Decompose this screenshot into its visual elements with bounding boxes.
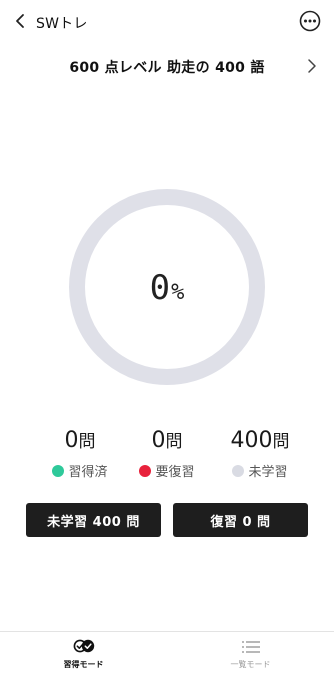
stat-label: 要復習 — [155, 465, 195, 480]
nav-bar: SWトレ — [0, 0, 334, 46]
nav-title: SWトレ — [36, 16, 88, 32]
back-button[interactable] — [8, 10, 32, 36]
status-dot-red — [139, 464, 152, 477]
status-dot-green — [52, 464, 65, 477]
stat-count: 400問 — [230, 428, 290, 453]
more-options-icon — [299, 10, 321, 36]
action-buttons: 未学習 400 問 復習 0 問 — [26, 503, 308, 537]
progress-value: 0 — [149, 268, 171, 308]
review-button[interactable]: 復習 0 問 — [173, 503, 308, 537]
chevron-left-icon — [14, 13, 26, 33]
tab-label: 習得モード — [63, 660, 104, 669]
course-title: 600 点レベル 助走の 400 語 — [69, 60, 265, 76]
more-button[interactable] — [298, 10, 322, 36]
progress-unit: % — [171, 280, 185, 305]
stats-row: 0問 習得済 0問 要復習 400問 未学習 — [0, 426, 334, 486]
double-check-icon — [0, 639, 167, 653]
study-unlearned-button[interactable]: 未学習 400 問 — [26, 503, 161, 537]
tab-list-mode[interactable]: 一覧モード — [167, 632, 334, 685]
course-header[interactable]: 600 点レベル 助走の 400 語 — [0, 50, 334, 82]
status-dot-gray — [232, 464, 245, 477]
stat-label: 未学習 — [248, 465, 288, 480]
stat-label: 習得済 — [68, 465, 108, 480]
stat-unlearned: 400問 未学習 — [205, 426, 315, 480]
progress-readout: 0% — [68, 268, 266, 308]
tab-bar: 習得モード 一覧モード — [0, 631, 334, 685]
list-icon — [167, 639, 334, 655]
tab-label: 一覧モード — [230, 660, 271, 669]
chevron-right-icon[interactable] — [304, 56, 320, 76]
tab-learning-mode[interactable]: 習得モード — [0, 632, 167, 685]
